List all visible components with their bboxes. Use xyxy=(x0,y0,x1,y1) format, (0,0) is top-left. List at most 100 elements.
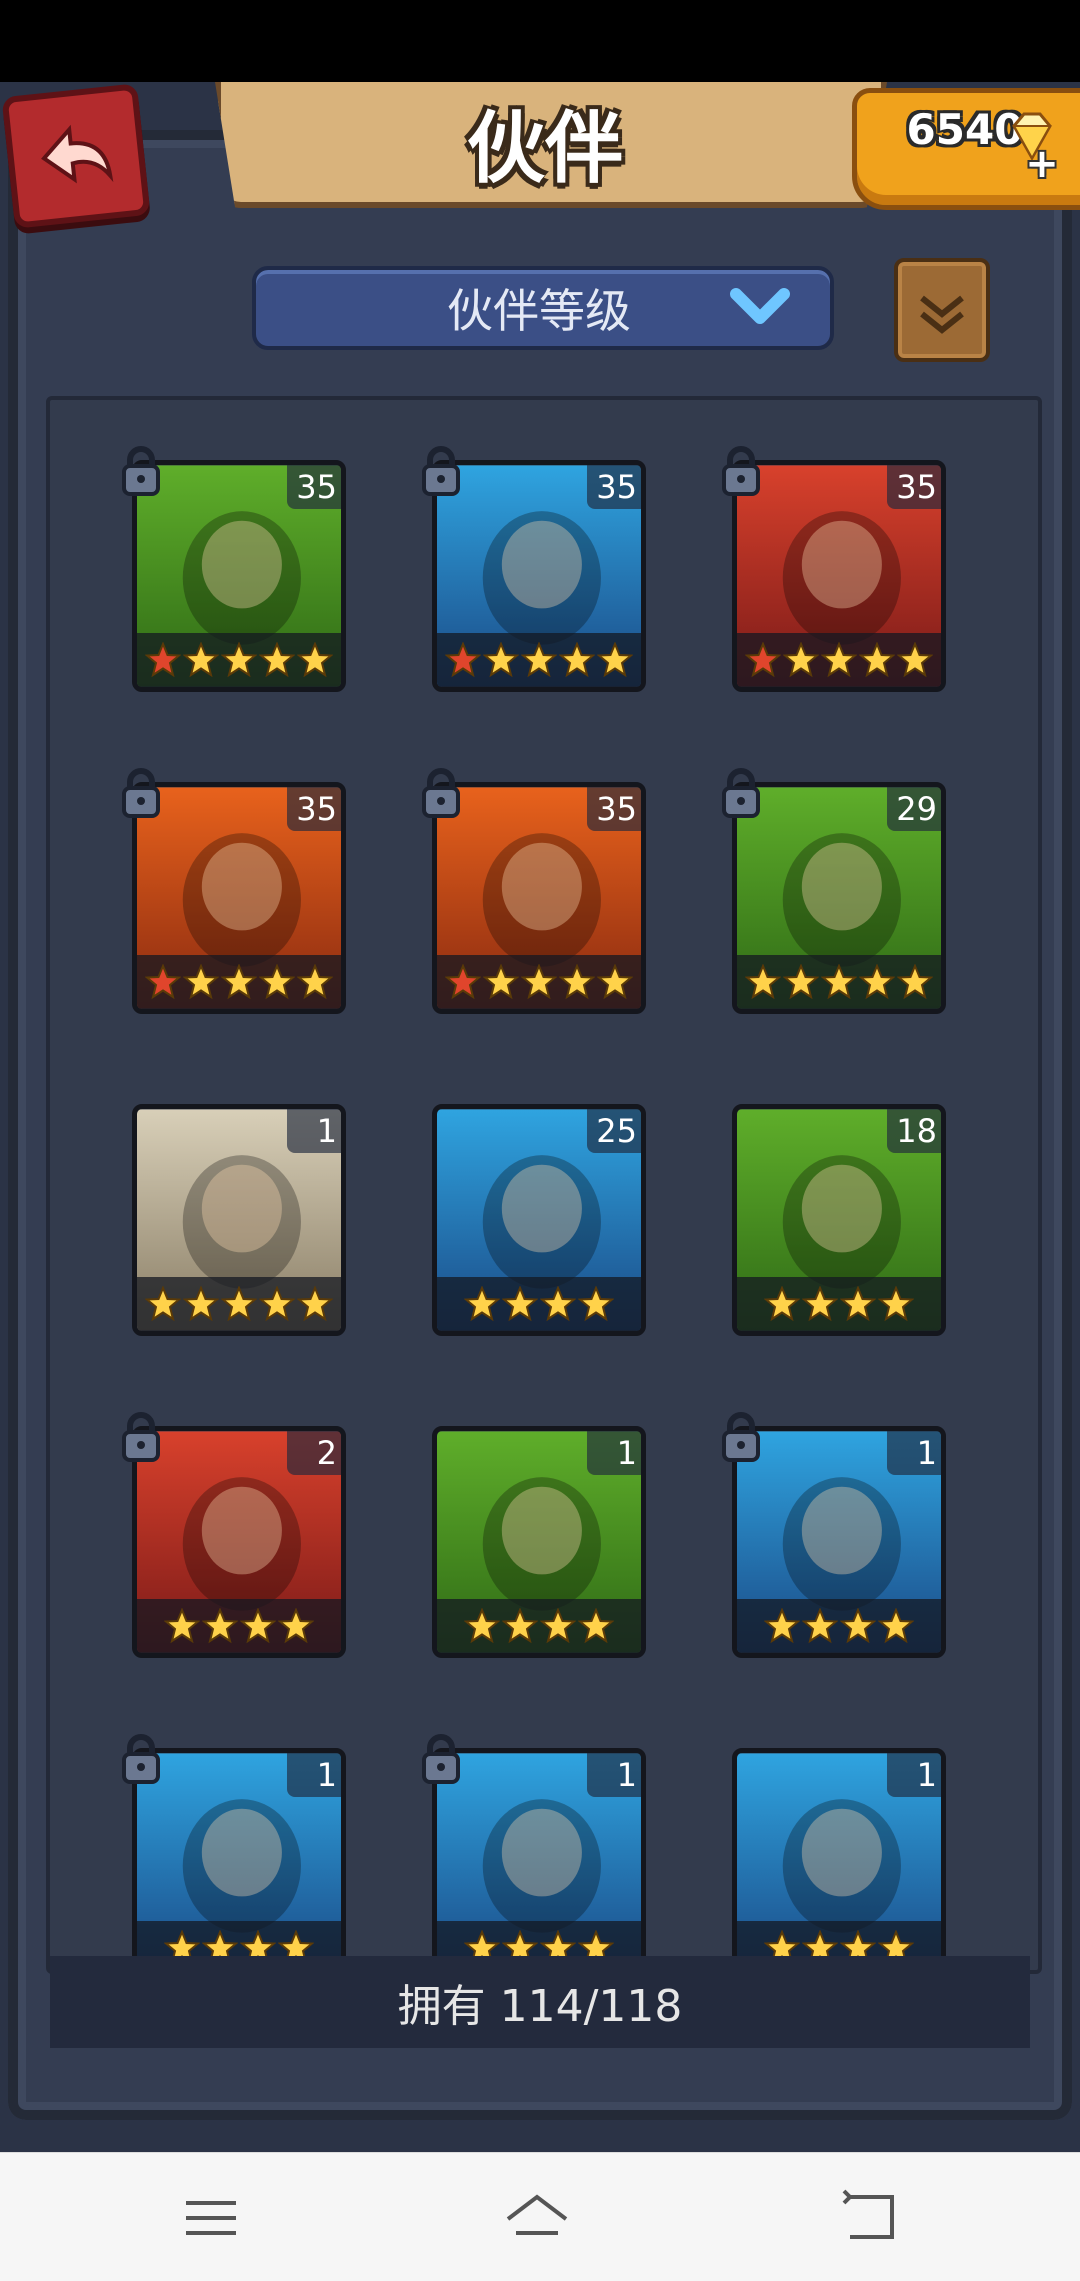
star-rating xyxy=(437,633,641,687)
star-icon xyxy=(840,1608,876,1644)
star-rating xyxy=(737,955,941,1009)
level-badge: 35 xyxy=(587,787,641,831)
level-badge: 35 xyxy=(587,465,641,509)
star-icon xyxy=(745,642,781,678)
star-icon xyxy=(540,1286,576,1322)
star-icon xyxy=(783,964,819,1000)
companion-card[interactable]: 35 xyxy=(732,460,946,692)
star-icon xyxy=(145,642,181,678)
lock-icon xyxy=(122,1412,160,1462)
star-icon xyxy=(164,1608,200,1644)
codex-button[interactable] xyxy=(894,258,990,362)
star-icon xyxy=(821,642,857,678)
companion-card[interactable]: 1 xyxy=(732,1748,946,1970)
star-rating xyxy=(137,1277,341,1331)
star-rating xyxy=(137,955,341,1009)
star-icon xyxy=(183,642,219,678)
menu-icon[interactable] xyxy=(176,2183,246,2253)
lock-icon xyxy=(722,1412,760,1462)
star-icon xyxy=(502,1608,538,1644)
star-icon xyxy=(878,1608,914,1644)
star-rating xyxy=(737,1599,941,1653)
page-title: 伙伴 xyxy=(466,104,623,194)
book-icon xyxy=(920,295,964,334)
level-badge: 35 xyxy=(287,465,341,509)
companion-card[interactable]: 1 xyxy=(432,1426,646,1658)
level-badge: 1 xyxy=(587,1753,641,1797)
star-icon xyxy=(521,642,557,678)
star-icon xyxy=(145,964,181,1000)
star-icon xyxy=(878,1286,914,1322)
star-icon xyxy=(597,964,633,1000)
companion-card[interactable]: 35 xyxy=(132,460,346,692)
star-icon xyxy=(221,1286,257,1322)
level-badge: 18 xyxy=(887,1109,941,1153)
add-gems-button[interactable]: + xyxy=(1020,142,1064,186)
level-badge: 35 xyxy=(287,787,341,831)
star-icon xyxy=(259,964,295,1000)
star-icon xyxy=(483,642,519,678)
star-icon xyxy=(464,1608,500,1644)
star-icon xyxy=(597,642,633,678)
star-icon xyxy=(783,642,819,678)
star-icon xyxy=(278,1608,314,1644)
star-icon xyxy=(445,964,481,1000)
star-rating xyxy=(137,1599,341,1653)
companion-card[interactable]: 18 xyxy=(732,1104,946,1336)
level-badge: 1 xyxy=(887,1753,941,1797)
companion-card[interactable]: 35 xyxy=(132,782,346,1014)
star-icon xyxy=(297,1286,333,1322)
lock-icon xyxy=(122,768,160,818)
companion-grid: 35 35 35 35 35 29 1 25 18 2 1 1 1 1 1 xyxy=(46,396,1042,1974)
level-badge: 35 xyxy=(887,465,941,509)
star-icon xyxy=(464,1286,500,1322)
star-icon xyxy=(221,964,257,1000)
star-icon xyxy=(202,1608,238,1644)
companion-card[interactable]: 2 xyxy=(132,1426,346,1658)
star-icon xyxy=(559,964,595,1000)
star-icon xyxy=(764,1286,800,1322)
star-icon xyxy=(897,964,933,1000)
chevron-down-icon[interactable] xyxy=(730,284,790,328)
back-button[interactable] xyxy=(1,83,151,229)
star-icon xyxy=(259,1286,295,1322)
star-icon xyxy=(821,964,857,1000)
companion-card[interactable]: 35 xyxy=(432,460,646,692)
level-badge: 1 xyxy=(287,1109,341,1153)
companion-card[interactable]: 29 xyxy=(732,782,946,1014)
level-badge: 29 xyxy=(887,787,941,831)
lock-icon xyxy=(122,446,160,496)
level-badge: 1 xyxy=(587,1431,641,1475)
companion-card[interactable]: 1 xyxy=(432,1748,646,1970)
companion-card[interactable]: 1 xyxy=(132,1104,346,1336)
level-badge: 25 xyxy=(587,1109,641,1153)
home-icon[interactable] xyxy=(502,2183,572,2253)
star-icon xyxy=(859,964,895,1000)
level-badge: 2 xyxy=(287,1431,341,1475)
system-nav-bar xyxy=(0,2152,1080,2281)
companion-card[interactable]: 1 xyxy=(132,1748,346,1970)
star-icon xyxy=(297,642,333,678)
lock-icon xyxy=(422,446,460,496)
star-icon xyxy=(745,964,781,1000)
star-rating xyxy=(137,633,341,687)
star-icon xyxy=(502,1286,538,1322)
star-icon xyxy=(802,1608,838,1644)
back-icon[interactable] xyxy=(836,2183,906,2253)
companion-card[interactable]: 1 xyxy=(732,1426,946,1658)
status-bar xyxy=(0,0,1080,82)
star-icon xyxy=(764,1608,800,1644)
star-icon xyxy=(221,642,257,678)
star-rating xyxy=(737,1277,941,1331)
back-arrow-icon xyxy=(41,124,114,184)
star-icon xyxy=(540,1608,576,1644)
lock-icon xyxy=(122,1734,160,1784)
companion-card[interactable]: 25 xyxy=(432,1104,646,1336)
star-icon xyxy=(145,1286,181,1322)
star-rating xyxy=(437,955,641,1009)
star-icon xyxy=(183,1286,219,1322)
level-badge: 1 xyxy=(887,1431,941,1475)
owned-count: 拥有 114/118 xyxy=(50,1956,1030,2048)
star-rating xyxy=(737,633,941,687)
companion-card[interactable]: 35 xyxy=(432,782,646,1014)
